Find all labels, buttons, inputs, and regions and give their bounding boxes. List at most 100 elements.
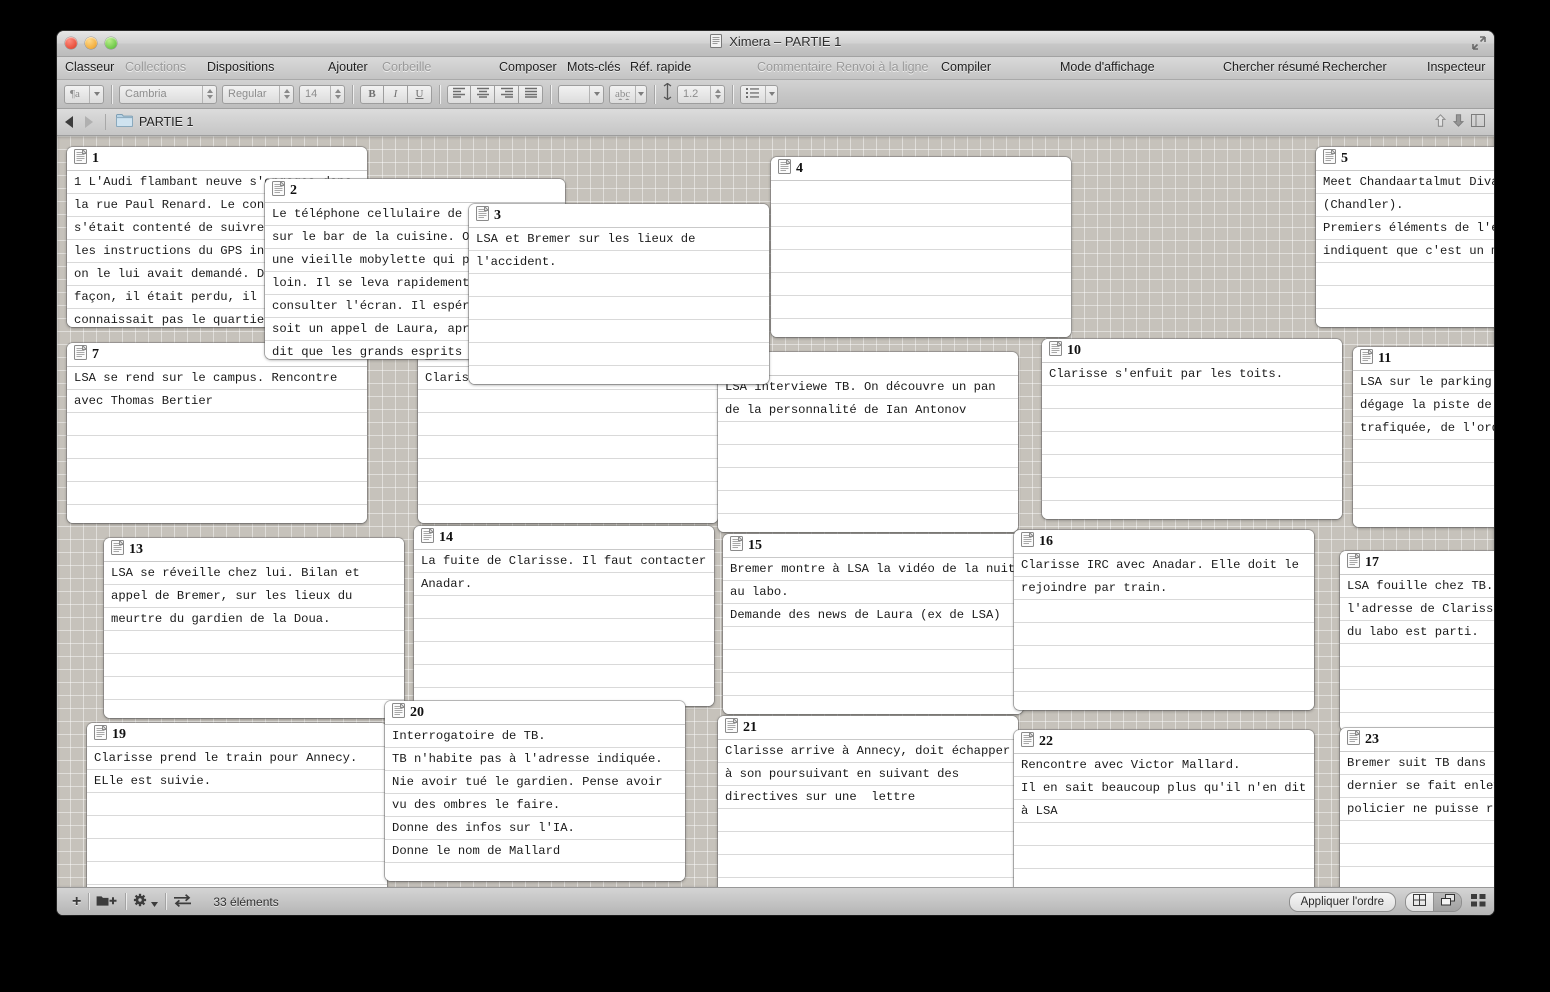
index-card-synopsis[interactable]: Clarisse prend le train pour Annecy. ELl… [87,747,387,793]
forward-arrow-icon[interactable] [85,116,93,128]
toggle-synopsis-button[interactable] [166,892,199,912]
index-card-body[interactable]: Interrogatoire de TB. TB n'habite pas à … [385,725,685,881]
index-card-synopsis[interactable]: Bremer suit TB dans la rue. Ce dernier s… [1340,752,1494,821]
index-card-body[interactable]: Clarisse se fait agresser chez elle [418,367,718,523]
index-card-synopsis[interactable]: Meet Chandaartalmut Divakaran (Chandler)… [1316,171,1494,263]
toolbar-item-mots-cl-s[interactable]: Mots-clés [567,60,620,74]
index-card-body[interactable]: La fuite de Clarisse. Il faut contacter … [414,550,714,706]
window-titlebar[interactable]: Ximera – PARTIE 1 [57,31,1494,57]
align-right-button[interactable] [495,85,519,104]
toolbar-item-r-f-rapide[interactable]: Réf. rapide [630,60,691,74]
index-card-body[interactable]: Bremer montre à LSA la vidéo de la nuit … [723,558,1023,714]
toolbar-item-dispositions[interactable]: Dispositions [207,60,274,74]
index-card[interactable]: 20Interrogatoire de TB. TB n'habite pas … [385,701,685,881]
toolbar-item-composer[interactable]: Composer [499,60,557,74]
index-card[interactable]: 5Meet Chandaartalmut Divakaran (Chandler… [1316,147,1494,327]
index-card-header[interactable]: 14 [414,526,714,550]
index-card-header[interactable]: 10 [1042,339,1342,363]
align-justify-button[interactable] [519,85,543,104]
index-card-body[interactable]: LSA interviewe TB. On découvre un pan de… [718,376,1018,532]
index-card-synopsis[interactable]: LSA se réveille chez lui. Bilan et appel… [104,562,404,631]
index-card-body[interactable]: LSA et Bremer sur les lieux de l'acciden… [469,228,769,384]
settings-menu-button[interactable] [126,892,165,912]
apply-order-button[interactable]: Appliquer l'ordre [1289,892,1396,912]
index-card-synopsis[interactable]: Rencontre avec Victor Mallard. Il en sai… [1014,754,1314,823]
index-card-header[interactable]: 5 [1316,147,1494,171]
paragraph-style-button[interactable]: ¶a [64,85,104,104]
minimize-window-icon[interactable] [85,37,97,49]
add-folder-button[interactable] [89,892,125,912]
font-size-select[interactable]: 14 [299,85,345,104]
index-card[interactable]: 21Clarisse arrive à Annecy, doit échappe… [718,716,1018,887]
index-card-header[interactable]: 2 [265,179,565,203]
font-family-select[interactable]: Cambria [119,85,217,104]
index-card-body[interactable]: LSA sur le parking du labo. TB dégage la… [1353,371,1494,527]
index-card-synopsis[interactable]: LSA se rend sur le campus. Rencontre ave… [67,367,367,413]
index-card-body[interactable]: Clarisse arrive à Annecy, doit échapper … [718,740,1018,887]
fullscreen-icon[interactable] [1472,36,1486,50]
toolbar-item-chercher-r-sum[interactable]: Chercher résumé [1223,60,1320,74]
index-card-body[interactable]: LSA fouille chez TB. Il y trouve l'adres… [1340,575,1494,731]
index-card-header[interactable]: 23 [1340,728,1494,752]
index-card-synopsis[interactable]: LSA fouille chez TB. Il y trouve l'adres… [1340,575,1494,644]
list-style-button[interactable] [740,85,778,104]
underline-button[interactable]: U [408,85,432,104]
index-card[interactable]: 3LSA et Bremer sur les lieux de l'accide… [469,204,769,384]
close-window-icon[interactable] [65,37,77,49]
corkboard[interactable]: 11 L'Audi flambant neuve s'engagea dans … [57,136,1494,887]
align-center-button[interactable] [471,85,495,104]
index-card-synopsis[interactable]: Clarisse s'enfuit par les toits. [1042,363,1342,386]
index-card-header[interactable]: 13 [104,538,404,562]
index-card[interactable]: 13LSA se réveille chez lui. Bilan et app… [104,538,404,718]
index-card-synopsis[interactable]: Interrogatoire de TB. TB n'habite pas à … [385,725,685,863]
index-card-header[interactable]: 21 [718,716,1018,740]
index-card-body[interactable] [771,181,1071,337]
toolbar-item-ajouter[interactable]: Ajouter [328,60,368,74]
font-style-select[interactable]: Regular [222,85,294,104]
index-card[interactable]: 19Clarisse prend le train pour Annecy. E… [87,723,387,887]
spelling-button[interactable]: abc [609,85,647,104]
toolbar-item-compiler[interactable]: Compiler [941,60,991,74]
text-color-well[interactable] [558,85,604,104]
toolbar-item-inspecteur[interactable]: Inspecteur [1427,60,1485,74]
index-card[interactable]: 22Rencontre avec Victor Mallard. Il en s… [1014,730,1314,887]
align-left-button[interactable] [447,85,471,104]
index-card-body[interactable]: Rencontre avec Victor Mallard. Il en sai… [1014,754,1314,887]
index-card-body[interactable]: Clarisse s'enfuit par les toits. [1042,363,1342,519]
list-view-button[interactable] [1471,892,1486,912]
index-card[interactable]: 10Clarisse s'enfuit par les toits. [1042,339,1342,519]
toolbar-item-classeur[interactable]: Classeur [65,60,114,74]
grid-view-button[interactable] [1406,893,1433,911]
italic-button[interactable]: I [384,85,408,104]
bold-button[interactable]: B [360,85,384,104]
index-card[interactable]: 16Clarisse IRC avec Anadar. Elle doit le… [1014,530,1314,710]
move-up-icon[interactable] [1435,114,1446,132]
index-card-header[interactable]: 4 [771,157,1071,181]
index-card-body[interactable]: LSA se rend sur le campus. Rencontre ave… [67,367,367,523]
index-card-header[interactable]: 16 [1014,530,1314,554]
index-card-body[interactable]: Clarisse IRC avec Anadar. Elle doit le r… [1014,554,1314,710]
index-card[interactable]: 4 [771,157,1071,337]
index-card-header[interactable]: 1 [67,147,367,171]
index-card-header[interactable]: 3 [469,204,769,228]
index-card-synopsis[interactable]: Bremer montre à LSA la vidéo de la nuit … [723,558,1023,627]
back-arrow-icon[interactable] [65,116,73,128]
index-card-header[interactable]: 22 [1014,730,1314,754]
index-card-synopsis[interactable]: LSA et Bremer sur les lieux de l'acciden… [469,228,769,274]
line-spacing-select[interactable]: 1.2 [677,85,725,104]
index-card[interactable]: 7LSA se rend sur le campus. Rencontre av… [67,343,367,523]
index-card-header[interactable]: 19 [87,723,387,747]
freeform-view-button[interactable] [1433,893,1461,911]
index-card-header[interactable]: 11 [1353,347,1494,371]
index-card[interactable]: 17LSA fouille chez TB. Il y trouve l'adr… [1340,551,1494,731]
index-card[interactable]: 23Bremer suit TB dans la rue. Ce dernier… [1340,728,1494,887]
index-card-synopsis[interactable]: La fuite de Clarisse. Il faut contacter … [414,550,714,596]
move-down-icon[interactable] [1453,114,1464,132]
index-card-header[interactable]: 15 [723,534,1023,558]
index-card-body[interactable]: LSA se réveille chez lui. Bilan et appel… [104,562,404,718]
zoom-window-icon[interactable] [105,37,117,49]
index-card[interactable]: 11LSA sur le parking du labo. TB dégage … [1353,347,1494,527]
index-card[interactable]: 14La fuite de Clarisse. Il faut contacte… [414,526,714,706]
add-item-button[interactable]: + [65,892,88,912]
index-card-synopsis[interactable]: Clarisse arrive à Annecy, doit échapper … [718,740,1018,809]
